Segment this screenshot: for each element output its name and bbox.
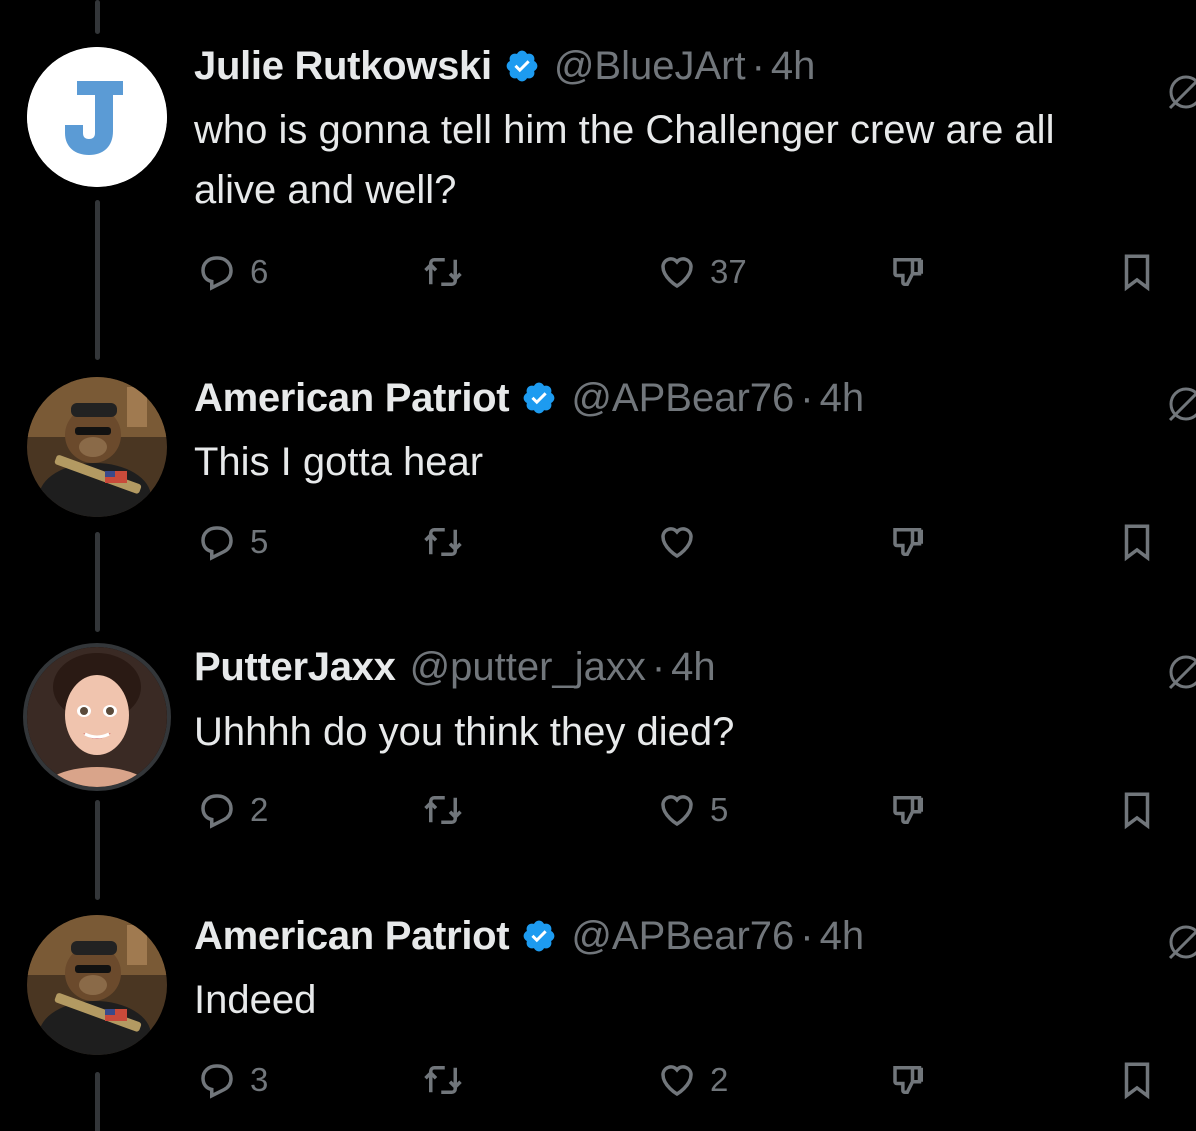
bookmark-icon [1124,524,1150,562]
avatar[interactable] [27,915,167,1055]
bookmark-button[interactable] [1116,1056,1158,1104]
grok-icon[interactable] [1164,384,1196,424]
tweet-text: Uhhhh do you think they died? [194,710,735,754]
action-bar: 5 [0,518,1196,566]
downvote-button[interactable] [888,786,930,834]
display-name[interactable]: American Patriot [194,912,510,960]
timestamp[interactable]: 4h [820,374,865,422]
tweet[interactable]: American Patriot @APBear76 · 4h Indeed 3 [0,0,1196,1100]
reply-icon [201,1064,233,1099]
downvote-icon [893,796,923,824]
reply-count: 3 [250,1061,269,1098]
timestamp[interactable]: 4h [671,643,716,691]
bookmark-icon [1124,1062,1150,1100]
reply-button[interactable]: 3 [196,1056,268,1104]
verified-badge-icon [523,382,555,414]
reply-count: 2 [250,791,269,828]
bear-soldier-avatar-icon [27,915,167,1055]
like-button[interactable] [656,518,710,566]
reply-icon [201,794,233,829]
retweet-icon [424,796,462,824]
handle[interactable]: @APBear76 [571,912,794,960]
bookmark-button[interactable] [1116,518,1158,566]
avatar[interactable] [27,647,167,787]
like-count: 2 [710,1061,729,1098]
woman-portrait-avatar-icon [27,647,167,787]
avatar[interactable] [27,377,167,517]
retweet-button[interactable] [422,1056,476,1104]
separator-dot: · [800,914,814,958]
verified-badge-icon [523,920,555,952]
heart-icon [661,527,693,559]
downvote-button[interactable] [888,1056,930,1104]
retweet-button[interactable] [422,786,476,834]
heart-icon [661,1065,693,1097]
retweet-icon [424,528,462,556]
display-name[interactable]: American Patriot [194,374,510,422]
grok-icon[interactable] [1164,652,1196,692]
handle[interactable]: @APBear76 [571,374,794,422]
reply-count: 5 [250,523,269,560]
reply-thread: Julie Rutkowski @BlueJArt · 4h who is go… [0,0,1196,1131]
like-button[interactable]: 5 [656,786,728,834]
bookmark-button[interactable] [1116,786,1158,834]
separator-dot: · [800,376,814,420]
action-bar: 2 5 [0,786,1196,834]
reply-button[interactable]: 2 [196,786,268,834]
downvote-icon [893,528,923,556]
handle[interactable]: @putter_jaxx [410,643,646,691]
tweet-text: This I gotta hear [194,440,484,484]
tweet-text: Indeed [194,978,317,1022]
like-count: 5 [710,791,729,828]
reply-icon [201,526,233,561]
bear-soldier-avatar-icon [27,377,167,517]
display-name[interactable]: PutterJaxx [194,643,396,691]
tweet-header: American Patriot @APBear76 · 4h [194,374,864,422]
tweet-header: American Patriot @APBear76 · 4h [194,912,864,960]
reply-button[interactable]: 5 [196,518,268,566]
action-bar: 3 2 [0,1056,1196,1104]
bookmark-icon [1124,792,1150,830]
heart-icon [661,795,693,827]
downvote-button[interactable] [888,518,930,566]
downvote-icon [893,1066,923,1094]
tweet-header: PutterJaxx @putter_jaxx · 4h [194,643,716,691]
timestamp[interactable]: 4h [820,912,865,960]
like-button[interactable]: 2 [656,1056,728,1104]
retweet-icon [424,1066,462,1094]
retweet-button[interactable] [422,518,476,566]
grok-icon[interactable] [1164,922,1196,962]
separator-dot: · [651,645,666,689]
